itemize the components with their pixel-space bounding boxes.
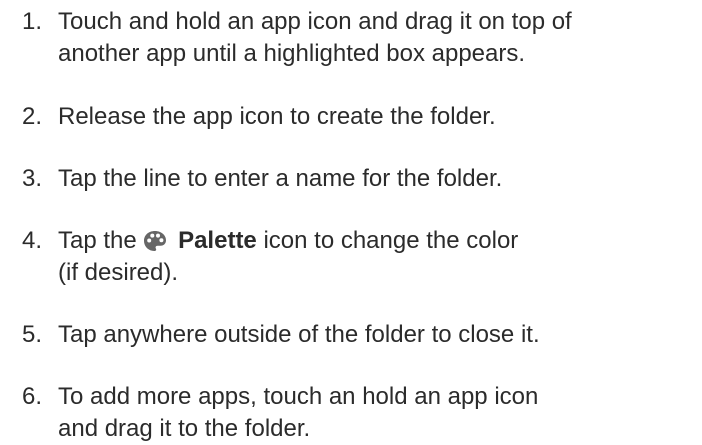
step-line: To add more apps, touch an hold an app i… <box>58 383 539 410</box>
step-text: Touch and hold an app icon and drag it o… <box>58 6 698 70</box>
step-line: and drag it to the folder. <box>58 415 311 442</box>
step-number: 6. <box>22 383 43 410</box>
palette-label: Palette <box>178 227 257 254</box>
step-line: Touch and hold an app icon and drag it o… <box>58 8 572 35</box>
palette-icon <box>144 231 167 251</box>
step-line: Tap the line to enter a name for the fol… <box>58 165 503 192</box>
step-number: 2. <box>22 103 43 130</box>
step-prefix: Tap the <box>58 227 137 254</box>
step-line: another app until a highlighted box appe… <box>58 40 526 67</box>
step-line: Tap anywhere outside of the folder to cl… <box>58 321 540 348</box>
step-line: (if desired). <box>58 259 179 286</box>
step-number: 3. <box>22 165 43 192</box>
step-text: To add more apps, touch an hold an app i… <box>58 381 698 445</box>
step-text: Tap the Palette icon to change the color… <box>58 225 698 289</box>
step-text: Tap the line to enter a name for the fol… <box>58 163 698 195</box>
step-number: 4. <box>22 227 43 254</box>
step-text: Release the app icon to create the folde… <box>58 101 698 133</box>
step-text: Tap anywhere outside of the folder to cl… <box>58 319 698 351</box>
step-suffix: icon to change the color <box>263 227 519 254</box>
step-line: Tap the Palette icon to change the color <box>58 225 698 257</box>
step-line: Release the app icon to create the folde… <box>58 103 496 130</box>
step-number: 5. <box>22 321 43 348</box>
step-number: 1. <box>22 8 43 35</box>
